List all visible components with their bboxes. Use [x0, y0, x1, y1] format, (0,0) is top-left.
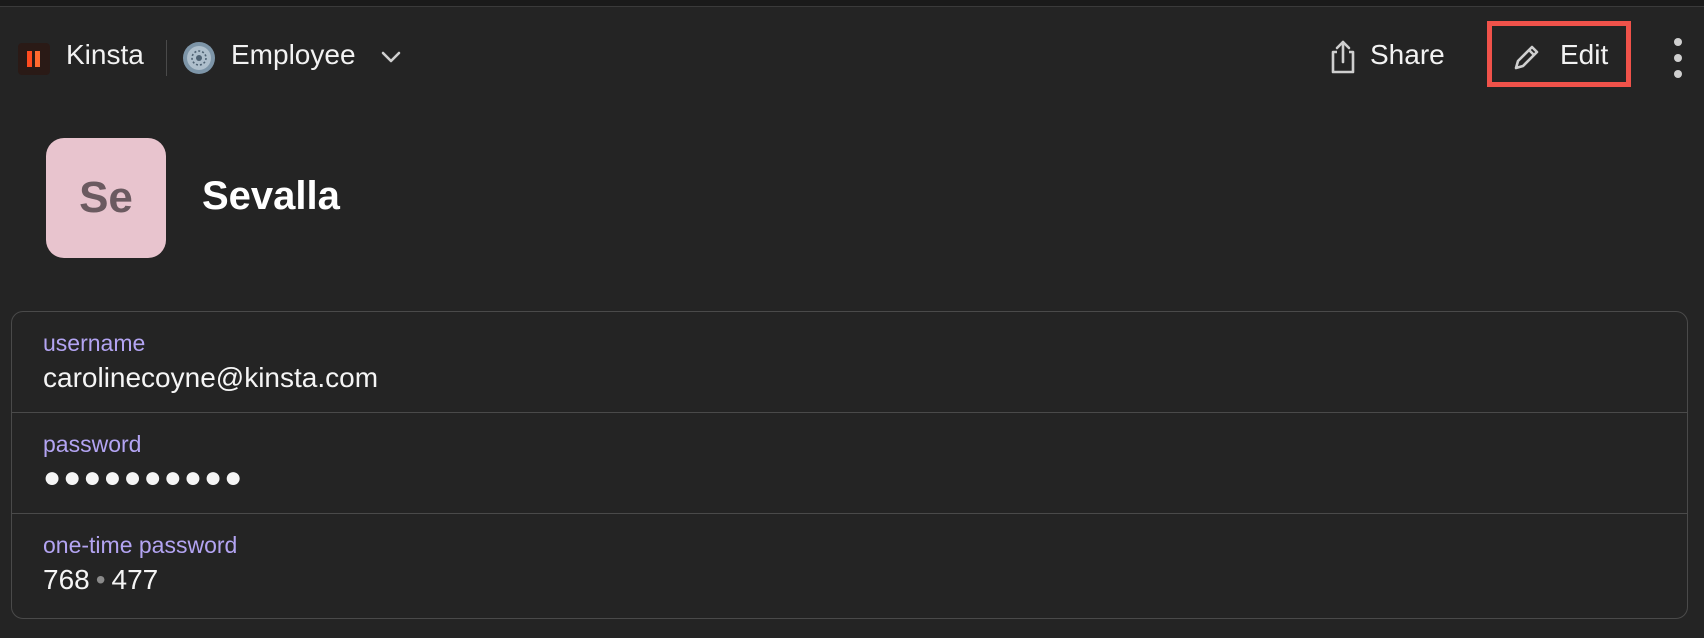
otp-separator: •	[95, 564, 106, 595]
one-time-password-field[interactable]: one-time password 768 • 477	[12, 514, 1687, 618]
item-avatar: Se	[46, 138, 166, 258]
otp-part-2: 477	[111, 564, 159, 595]
username-field[interactable]: username carolinecoyne@kinsta.com	[12, 312, 1687, 413]
login-fields-card: username carolinecoyne@kinsta.com passwo…	[11, 311, 1688, 619]
vault-name[interactable]: Kinsta	[66, 39, 144, 71]
share-button[interactable]: Share	[1318, 32, 1458, 82]
otp-part-1: 768	[43, 564, 90, 595]
more-options-icon[interactable]	[1666, 36, 1690, 80]
item-title: Sevalla	[202, 174, 340, 218]
field-label: one-time password	[43, 532, 238, 558]
vault-logo-icon[interactable]	[18, 43, 50, 75]
collection-icon[interactable]	[182, 41, 216, 75]
edit-label: Edit	[1560, 39, 1609, 70]
chevron-down-icon[interactable]	[378, 44, 404, 70]
username-value[interactable]: carolinecoyne@kinsta.com	[43, 362, 378, 394]
edit-button[interactable]: Edit	[1487, 21, 1631, 87]
share-label: Share	[1370, 39, 1445, 70]
field-label: username	[43, 330, 146, 356]
collection-name[interactable]: Employee	[231, 39, 356, 71]
password-field[interactable]: password ●●●●●●●●●●	[12, 413, 1687, 514]
field-label: password	[43, 431, 142, 457]
share-icon	[1331, 40, 1355, 74]
item-header-bar: Kinsta Employee Share Edit	[0, 20, 1704, 96]
breadcrumb-divider	[166, 40, 167, 76]
otp-value[interactable]: 768 • 477	[43, 564, 158, 596]
window-top-edge	[0, 0, 1704, 7]
password-value[interactable]: ●●●●●●●●●●	[43, 461, 244, 495]
pencil-icon	[1514, 45, 1539, 70]
